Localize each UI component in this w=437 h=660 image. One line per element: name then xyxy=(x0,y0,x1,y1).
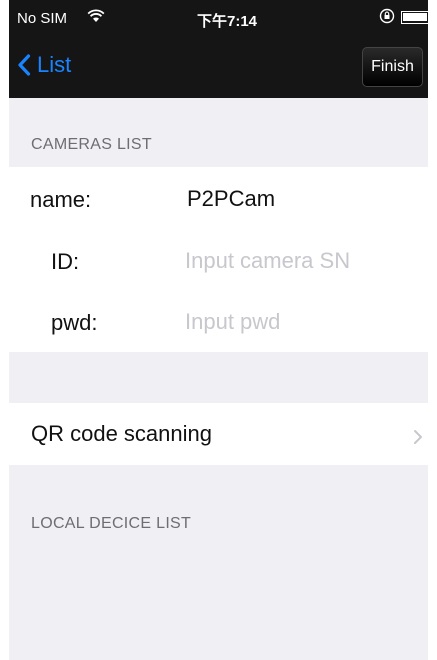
wifi-icon xyxy=(87,9,105,27)
id-row: ID: Input camera SN xyxy=(9,229,428,291)
top-bar: No SIM 下午7:14 List Finish xyxy=(9,0,428,98)
orientation-lock-icon xyxy=(379,8,395,28)
pwd-row: pwd: Input pwd xyxy=(9,291,428,353)
finish-button[interactable]: Finish xyxy=(362,47,423,87)
screen: No SIM 下午7:14 List Finish CAMERAS LIST n… xyxy=(9,0,428,660)
navigation-bar: List Finish xyxy=(9,34,428,98)
name-field[interactable]: P2PCam xyxy=(187,186,275,212)
chevron-left-icon xyxy=(18,54,31,76)
name-label: name: xyxy=(30,187,92,212)
pwd-field[interactable]: Input pwd xyxy=(185,309,280,335)
name-row: name: P2PCam xyxy=(9,167,428,229)
local-device-list-header: LOCAL DECICE LIST xyxy=(31,515,192,532)
back-button[interactable]: List xyxy=(17,52,71,78)
status-bar: No SIM 下午7:14 xyxy=(9,0,428,34)
back-button-label: List xyxy=(37,52,72,77)
status-time: 下午7:14 xyxy=(197,13,258,30)
id-field[interactable]: Input camera SN xyxy=(185,248,350,274)
cameras-list-header: CAMERAS LIST xyxy=(31,136,152,153)
id-label: ID: xyxy=(51,249,80,274)
pwd-label: pwd: xyxy=(51,310,98,335)
qr-code-scanning-row[interactable]: QR code scanning xyxy=(9,403,428,465)
qr-code-scanning-label: QR code scanning xyxy=(31,421,212,446)
carrier-label: No SIM xyxy=(17,10,68,27)
battery-icon xyxy=(401,11,428,24)
chevron-right-icon xyxy=(413,425,423,451)
camera-form: name: P2PCam ID: Input camera SN pwd: In… xyxy=(9,167,428,352)
